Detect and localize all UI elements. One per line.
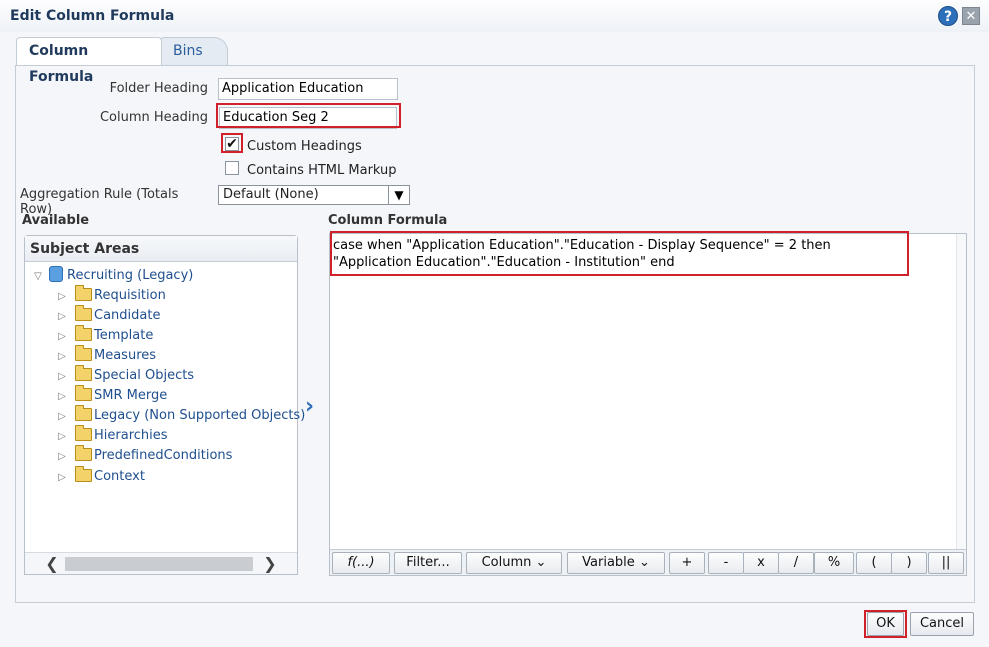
- minus-button[interactable]: -: [708, 552, 744, 574]
- column-heading-highlight: [216, 103, 401, 128]
- expand-icon[interactable]: ▷: [55, 427, 69, 447]
- chevron-down-icon[interactable]: ▼: [388, 186, 409, 204]
- chevron-down-icon: ⌄: [638, 555, 650, 570]
- column-formula-title: Column Formula: [328, 213, 448, 228]
- tree-item-label[interactable]: Context: [94, 469, 145, 484]
- column-heading-label: Column Heading: [99, 110, 208, 125]
- folder-icon: [75, 466, 92, 482]
- folder-heading-input[interactable]: Application Education: [218, 78, 398, 100]
- tree-item-template[interactable]: ▷ Template: [55, 325, 153, 347]
- filter-button[interactable]: Filter...: [394, 552, 462, 574]
- plus-button[interactable]: +: [669, 552, 705, 574]
- percent-button[interactable]: %: [814, 552, 854, 574]
- expand-icon[interactable]: ▷: [55, 447, 69, 467]
- folder-icon: [75, 365, 92, 381]
- folder-icon: [75, 385, 92, 401]
- tab-column-formula[interactable]: Column Formula: [16, 37, 162, 85]
- close-paren-button[interactable]: ): [891, 552, 927, 574]
- collapse-icon[interactable]: ▽: [31, 267, 45, 287]
- formula-toolbar: f(...) Filter... Column ⌄ Variable ⌄ + -…: [330, 549, 966, 575]
- expand-icon[interactable]: ▷: [55, 327, 69, 347]
- folder-icon: [75, 285, 92, 301]
- tree-item-predefined-conditions[interactable]: ▷ PredefinedConditions: [55, 445, 232, 467]
- tree-item-legacy[interactable]: ▷ Legacy (Non Supported Objects): [55, 405, 305, 427]
- expand-icon[interactable]: ▷: [55, 468, 69, 488]
- scrollbar-thumb[interactable]: [65, 557, 253, 571]
- expand-icon[interactable]: ▷: [55, 307, 69, 327]
- scroll-right-icon[interactable]: ❯: [261, 554, 279, 573]
- variable-button-label: Variable: [582, 555, 635, 570]
- tree-item-label[interactable]: Hierarchies: [94, 428, 168, 443]
- formula-highlight: [330, 231, 909, 276]
- available-title: Available: [22, 213, 90, 228]
- folder-icon: [75, 405, 92, 421]
- tree-item-label[interactable]: Candidate: [94, 308, 160, 323]
- aggregation-select[interactable]: Default (None) ▼: [218, 185, 410, 205]
- expand-icon[interactable]: ▷: [55, 387, 69, 407]
- ok-highlight: [864, 610, 907, 638]
- tree-item-smr-merge[interactable]: ▷ SMR Merge: [55, 385, 167, 407]
- vertical-scrollbar[interactable]: [956, 234, 966, 549]
- expand-icon[interactable]: ▷: [55, 287, 69, 307]
- tree-item-hierarchies[interactable]: ▷ Hierarchies: [55, 425, 168, 447]
- tree-item-context[interactable]: ▷ Context: [55, 466, 145, 488]
- expand-icon[interactable]: ▷: [55, 407, 69, 427]
- expand-icon[interactable]: ▷: [55, 347, 69, 367]
- tree-root[interactable]: ▽ Recruiting (Legacy): [31, 266, 193, 286]
- tab-bins[interactable]: Bins: [160, 37, 228, 65]
- subject-areas-header: Subject Areas: [25, 236, 297, 262]
- contains-html-checkbox[interactable]: [225, 161, 239, 175]
- tree-item-label[interactable]: Legacy (Non Supported Objects): [94, 408, 305, 423]
- custom-headings-label: Custom Headings: [247, 139, 362, 154]
- cancel-button[interactable]: Cancel: [910, 612, 974, 636]
- tree-item-label[interactable]: SMR Merge: [94, 388, 167, 403]
- tree-item-label[interactable]: Special Objects: [94, 368, 194, 383]
- chevron-down-icon: ⌄: [535, 555, 547, 570]
- tree-item-label[interactable]: Measures: [94, 348, 156, 363]
- tree-root-label[interactable]: Recruiting (Legacy): [67, 268, 193, 283]
- expand-icon[interactable]: ▷: [55, 367, 69, 387]
- scroll-left-icon[interactable]: ❮: [43, 554, 61, 573]
- tree-item-special-objects[interactable]: ▷ Special Objects: [55, 365, 194, 387]
- aggregation-value: Default (None): [223, 187, 319, 202]
- contains-html-label: Contains HTML Markup: [247, 163, 397, 178]
- column-button-label: Column: [481, 555, 532, 570]
- folder-icon: [75, 325, 92, 341]
- tree-item-measures[interactable]: ▷ Measures: [55, 345, 156, 367]
- tree-item-label[interactable]: Requisition: [94, 288, 166, 303]
- formula-editor[interactable]: case when "Application Education"."Educa…: [329, 233, 967, 576]
- concat-button[interactable]: ||: [928, 552, 964, 574]
- dialog-titlebar: Edit Column Formula ? ✕: [0, 0, 989, 32]
- divide-button[interactable]: /: [778, 552, 814, 574]
- custom-headings-highlight: [221, 133, 243, 153]
- multiply-button[interactable]: x: [743, 552, 779, 574]
- folder-icon: [75, 345, 92, 361]
- tree-item-label[interactable]: PredefinedConditions: [94, 448, 232, 463]
- add-to-formula-icon[interactable]: ›: [305, 394, 314, 419]
- tree-item-requisition[interactable]: ▷ Requisition: [55, 285, 166, 307]
- function-button[interactable]: f(...): [332, 552, 390, 574]
- open-paren-button[interactable]: (: [856, 552, 892, 574]
- close-icon[interactable]: ✕: [962, 7, 980, 25]
- folder-icon: [75, 445, 92, 461]
- dialog-title: Edit Column Formula: [10, 8, 175, 24]
- folder-icon: [75, 305, 92, 321]
- folder-icon: [75, 425, 92, 441]
- variable-button[interactable]: Variable ⌄: [567, 552, 665, 574]
- subject-areas-panel: Subject Areas ▽ Recruiting (Legacy) ▷ Requ…: [24, 235, 305, 575]
- tree-item-candidate[interactable]: ▷ Candidate: [55, 305, 160, 327]
- tree-item-label[interactable]: Template: [94, 328, 153, 343]
- column-button[interactable]: Column ⌄: [466, 552, 562, 574]
- subject-area-icon: [49, 266, 63, 282]
- help-icon[interactable]: ?: [938, 6, 958, 26]
- horizontal-scrollbar[interactable]: ❮ ❯: [25, 552, 297, 574]
